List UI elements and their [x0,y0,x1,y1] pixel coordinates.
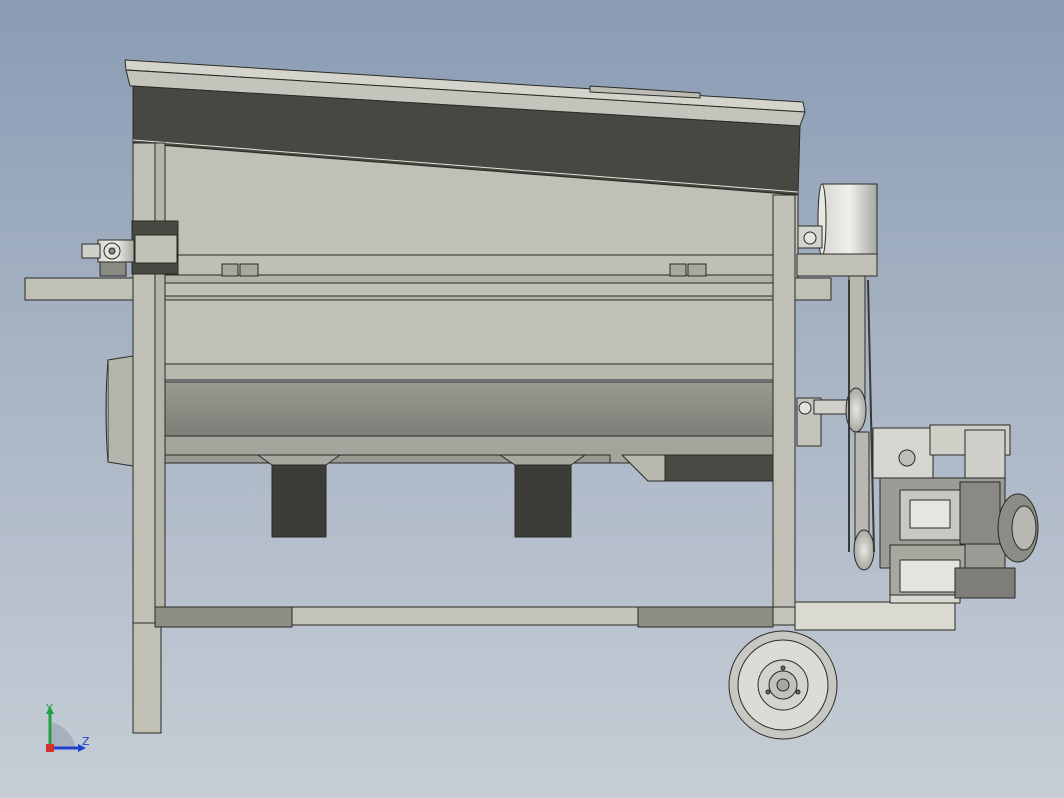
gasoline-engine [872,424,1039,604]
y-axis-label: Y [45,702,53,715]
cad-viewport[interactable]: Y Z [0,0,1064,798]
z-axis-label: Z [82,735,90,748]
trommel-machine-model: Y Z [24,59,1039,752]
discharge-chutes [257,454,774,538]
left-drum-end [105,355,134,467]
belt-drive [845,275,875,571]
trommel-drum [132,381,796,464]
transport-wheel [728,630,838,740]
axis-triad: Y Z [45,702,90,752]
left-bearing-assembly [81,220,179,277]
